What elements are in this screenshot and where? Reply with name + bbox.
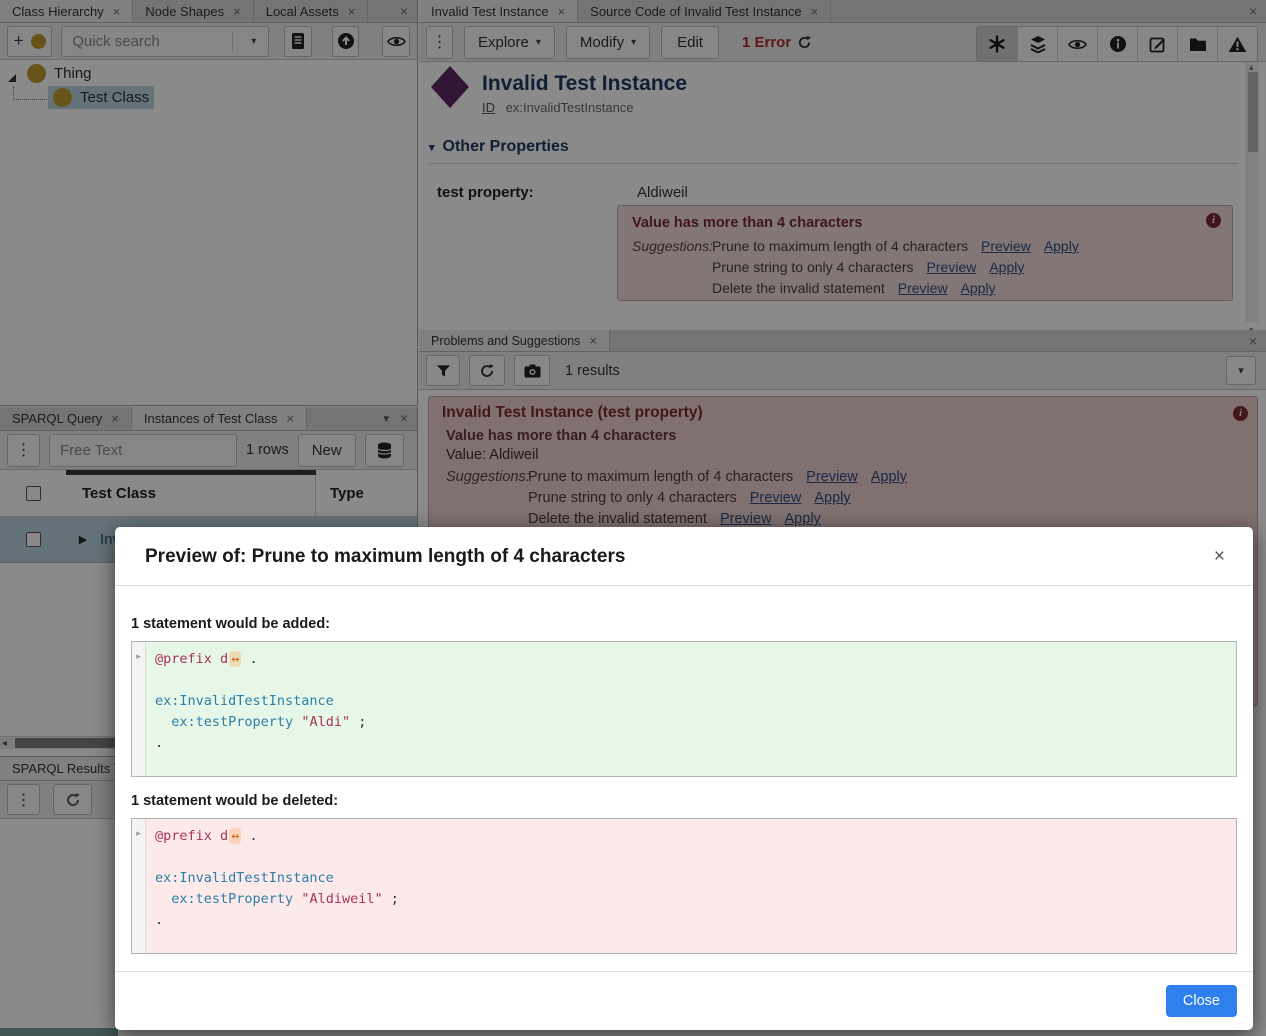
code-gutter: ▸ (132, 642, 146, 776)
modal-body: 1 statement would be added: ▸ @prefix d↔… (115, 586, 1253, 971)
code-keyword: @prefix (155, 828, 212, 844)
code-dot: . (249, 828, 257, 844)
code-gutter: ▸ (132, 819, 146, 953)
code-string-value: "Aldiweil" (301, 891, 382, 907)
added-statements-code: ▸ @prefix d↔ . ex:InvalidTestInstance ex… (131, 641, 1237, 777)
close-button[interactable]: Close (1166, 985, 1237, 1017)
code-dot: . (155, 735, 163, 751)
code-predicate: ex:testProperty (171, 891, 293, 907)
added-statements-label: 1 statement would be added: (131, 616, 1237, 632)
modal-close-icon[interactable]: × (1214, 547, 1225, 566)
deleted-statements-label: 1 statement would be deleted: (131, 793, 1237, 809)
preview-modal: Preview of: Prune to maximum length of 4… (115, 527, 1253, 1030)
fold-marker-icon[interactable]: ▸ (136, 651, 141, 661)
turtle-code: @prefix d↔ . ex:InvalidTestInstance ex:t… (147, 819, 1236, 931)
fold-marker-icon[interactable]: ▸ (136, 828, 141, 838)
folded-region-icon[interactable]: ↔ (229, 651, 241, 667)
code-subject: ex:InvalidTestInstance (155, 870, 334, 886)
code-prefix-name: d (220, 651, 228, 667)
code-semicolon: ; (391, 891, 399, 907)
code-dot: . (249, 651, 257, 667)
code-predicate: ex:testProperty (171, 714, 293, 730)
code-string-value: "Aldi" (301, 714, 350, 730)
code-semicolon: ; (358, 714, 366, 730)
folded-region-icon[interactable]: ↔ (229, 828, 241, 844)
modal-title: Preview of: Prune to maximum length of 4… (145, 546, 625, 567)
turtle-code: @prefix d↔ . ex:InvalidTestInstance ex:t… (147, 642, 1236, 754)
deleted-statements-code: ▸ @prefix d↔ . ex:InvalidTestInstance ex… (131, 818, 1237, 954)
code-subject: ex:InvalidTestInstance (155, 693, 334, 709)
modal-footer: Close (115, 971, 1253, 1030)
code-keyword: @prefix (155, 651, 212, 667)
code-prefix-name: d (220, 828, 228, 844)
code-dot: . (155, 912, 163, 928)
modal-header: Preview of: Prune to maximum length of 4… (115, 527, 1253, 586)
